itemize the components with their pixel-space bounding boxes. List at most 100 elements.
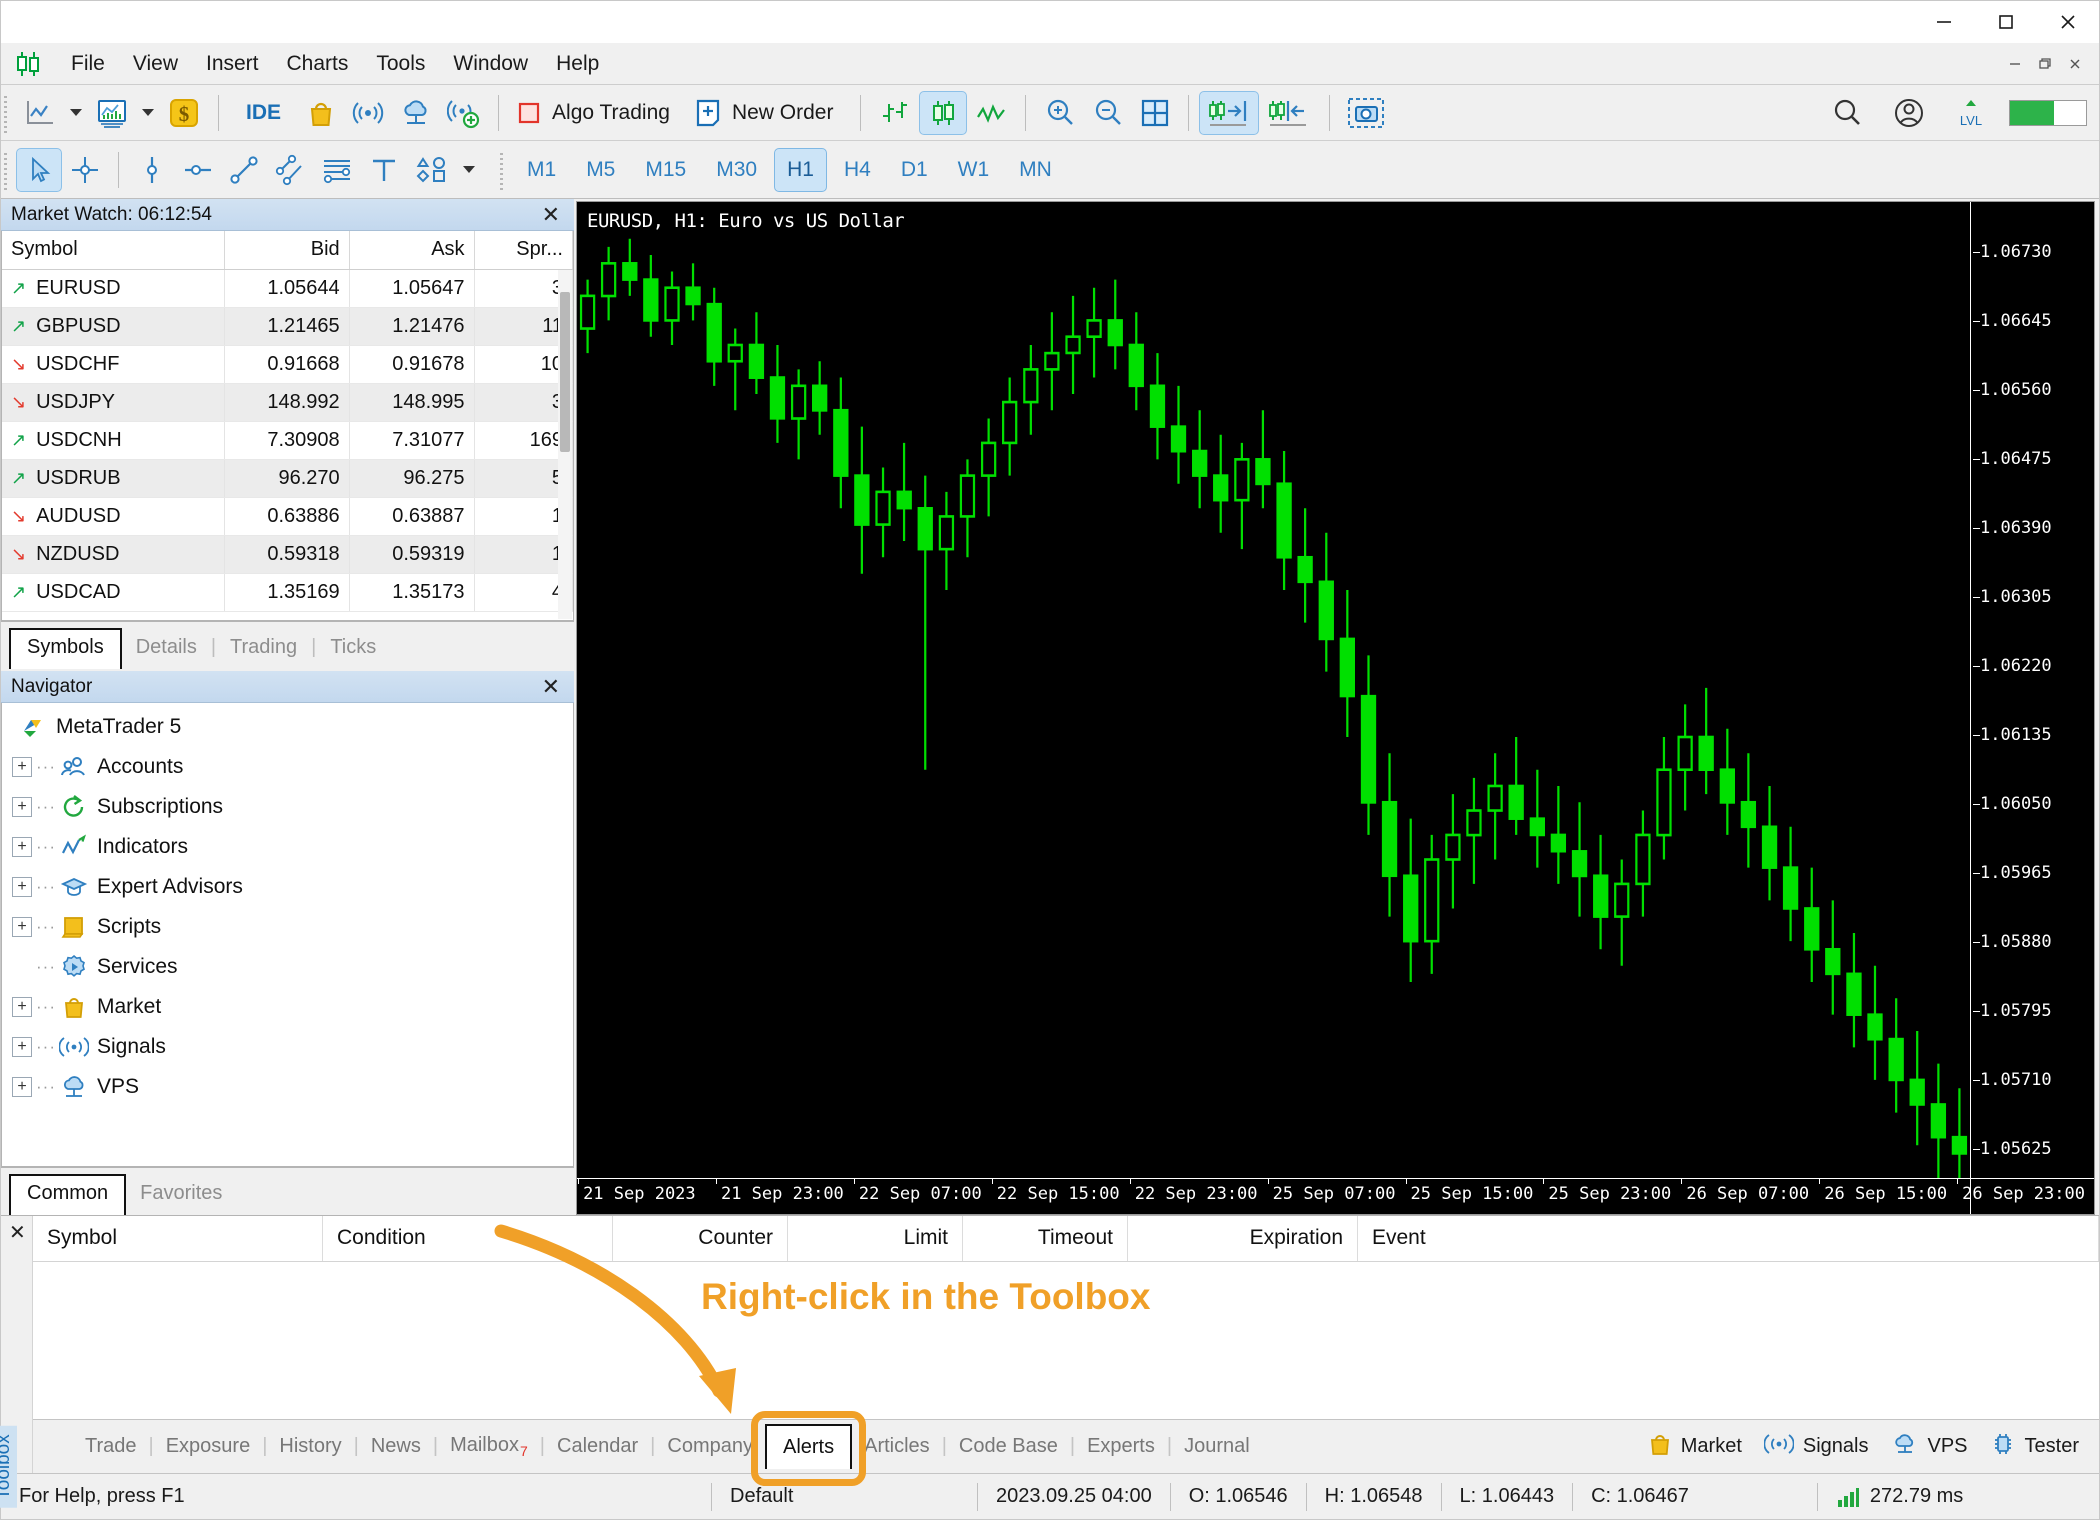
window-close-button[interactable]	[2037, 1, 2099, 43]
column-header-ask[interactable]: Ask	[349, 231, 475, 270]
screenshot-button[interactable]	[1340, 91, 1392, 135]
toolbox-tab-journal[interactable]: Journal	[1172, 1429, 1262, 1464]
zoom-in-button[interactable]	[1036, 91, 1084, 135]
drawing-toolbar-gripper[interactable]	[1, 149, 12, 190]
toolbox-tab-trade[interactable]: Trade	[73, 1429, 149, 1464]
tab-ticks[interactable]: Ticks	[316, 628, 390, 669]
tab-favorites[interactable]: Favorites	[126, 1174, 236, 1215]
menu-help[interactable]: Help	[542, 47, 613, 81]
zoom-out-button[interactable]	[1084, 91, 1132, 135]
timeframe-m15[interactable]: M15	[632, 148, 699, 192]
toolbox-tab-company[interactable]: Company	[655, 1429, 765, 1464]
navigator-close-icon[interactable]: ✕	[534, 674, 568, 700]
chart-window-dropdown-caret-icon[interactable]	[142, 109, 154, 116]
window-minimize-button[interactable]	[1913, 1, 1975, 43]
expand-toggle-icon[interactable]: +	[12, 917, 32, 937]
menu-insert[interactable]: Insert	[192, 47, 273, 81]
text-tool-button[interactable]	[361, 148, 407, 192]
expand-toggle-icon[interactable]: +	[12, 837, 32, 857]
menu-tools[interactable]: Tools	[362, 47, 439, 81]
mdi-minimize-button[interactable]	[2001, 51, 2029, 77]
table-row[interactable]: ↗USDCAD1.351691.351734	[2, 573, 573, 612]
add-signal-subscription-button[interactable]	[440, 91, 488, 135]
table-row[interactable]: ↘NZDUSD0.593180.593191	[2, 535, 573, 574]
toolbox-link-market[interactable]: Market	[1648, 1431, 1742, 1463]
status-profile[interactable]: Default	[712, 1474, 977, 1519]
timeframe-toolbar-gripper[interactable]	[497, 149, 508, 190]
chart-eurusd-h1[interactable]: EURUSD, H1: Euro vs US Dollar 1.06730 1.0…	[576, 201, 2095, 1215]
toolbox-tab-codebase[interactable]: Code Base	[947, 1429, 1070, 1464]
navigator-item-expert-advisors[interactable]: + ··· Expert Advisors	[2, 867, 573, 907]
dollar-symbol-button[interactable]: $	[160, 91, 208, 135]
table-row[interactable]: ↘AUDUSD0.638860.638871	[2, 497, 573, 536]
signals-button[interactable]	[344, 91, 392, 135]
table-row[interactable]: ↘USDJPY148.992148.9953	[2, 383, 573, 422]
chart-time-axis[interactable]: 21 Sep 2023 21 Sep 23:00 22 Sep 07:00 22 Se…	[577, 1178, 2094, 1214]
tile-windows-button[interactable]	[1132, 91, 1178, 135]
parallel-channel-tool-button[interactable]	[267, 148, 313, 192]
navigator-item-services[interactable]: ··· Services	[2, 947, 573, 987]
column-header-bid[interactable]: Bid	[224, 231, 350, 270]
menu-window[interactable]: Window	[439, 47, 542, 81]
toolbox-link-vps[interactable]: VPS	[1891, 1431, 1968, 1463]
line-chart-dropdown-caret-icon[interactable]	[70, 109, 82, 116]
timeframe-m30[interactable]: M30	[703, 148, 770, 192]
navigator-item-accounts[interactable]: + ··· Accounts	[2, 747, 573, 787]
menu-file[interactable]: File	[57, 47, 119, 81]
algo-trading-button[interactable]: Algo Trading	[509, 91, 687, 135]
tab-trading[interactable]: Trading	[216, 628, 311, 669]
expand-toggle-icon[interactable]: +	[12, 1077, 32, 1097]
navigator-item-vps[interactable]: + ··· VPS	[2, 1067, 573, 1107]
cursor-tool-button[interactable]	[16, 147, 62, 192]
toolbox-link-signals[interactable]: Signals	[1763, 1432, 1869, 1462]
horizontal-line-tool-button[interactable]	[175, 148, 221, 192]
line-chart-button[interactable]	[16, 91, 64, 135]
lvl-indicator-button[interactable]: LVL	[1947, 91, 1995, 135]
menu-charts[interactable]: Charts	[273, 47, 363, 81]
table-row[interactable]: ↘ USDCHF 0.91668 0.91678 10	[2, 345, 573, 384]
search-button[interactable]	[1823, 91, 1871, 135]
timeframe-d1[interactable]: D1	[888, 148, 941, 192]
expand-toggle-icon[interactable]: +	[12, 877, 32, 897]
mdi-restore-button[interactable]	[2031, 51, 2059, 77]
shapes-tool-button[interactable]	[407, 148, 457, 192]
bar-chart-button[interactable]	[871, 91, 919, 135]
candlestick-chart-button[interactable]	[919, 90, 968, 135]
alerts-col-counter[interactable]: Counter	[613, 1216, 788, 1261]
alerts-col-expiration[interactable]: Expiration	[1128, 1216, 1358, 1261]
tab-common[interactable]: Common	[9, 1174, 127, 1215]
toolbox-tab-mailbox[interactable]: Mailbox7	[438, 1428, 540, 1465]
table-row[interactable]: ↗EURUSD1.056441.056473	[2, 269, 573, 308]
alerts-col-timeout[interactable]: Timeout	[963, 1216, 1128, 1261]
navigator-root-metatrader5[interactable]: MetaTrader 5	[2, 707, 573, 747]
vertical-line-tool-button[interactable]	[129, 148, 175, 192]
toolbox-tab-calendar[interactable]: Calendar	[545, 1429, 650, 1464]
toolbox-tab-articles[interactable]: Articles	[852, 1429, 942, 1464]
market-bag-button[interactable]	[298, 91, 344, 135]
crosshair-tool-button[interactable]	[62, 148, 108, 192]
tab-details[interactable]: Details	[122, 628, 211, 669]
table-row[interactable]: ↗ GBPUSD 1.21465 1.21476 11	[2, 307, 573, 346]
toolbar-gripper[interactable]	[1, 92, 12, 133]
alerts-col-event[interactable]: Event	[1358, 1216, 2099, 1261]
alerts-col-limit[interactable]: Limit	[788, 1216, 963, 1261]
expand-toggle-icon[interactable]: +	[12, 757, 32, 777]
timeframe-m1[interactable]: M1	[514, 148, 569, 192]
ide-button[interactable]: IDE	[229, 91, 298, 135]
shapes-dropdown-caret-icon[interactable]	[463, 166, 475, 173]
toolbox-tab-experts[interactable]: Experts	[1075, 1429, 1167, 1464]
fibonacci-tool-button[interactable]	[313, 148, 361, 192]
toolbox-tab-news[interactable]: News	[359, 1429, 433, 1464]
trendline-tool-button[interactable]	[221, 148, 267, 192]
column-header-spread[interactable]: Spr...	[474, 231, 573, 270]
vps-cloud-button[interactable]	[392, 91, 440, 135]
menu-view[interactable]: View	[119, 47, 192, 81]
expand-toggle-icon[interactable]: +	[12, 1037, 32, 1057]
timeframe-mn[interactable]: MN	[1006, 148, 1065, 192]
chart-window-button[interactable]	[88, 91, 136, 135]
market-watch-close-icon[interactable]: ✕	[534, 202, 568, 228]
new-order-button[interactable]: New Order	[687, 91, 851, 135]
toolbox-tab-alerts[interactable]: Alerts	[764, 1424, 853, 1469]
expand-toggle-icon[interactable]: +	[12, 997, 32, 1017]
navigator-item-market[interactable]: + ··· Market	[2, 987, 573, 1027]
